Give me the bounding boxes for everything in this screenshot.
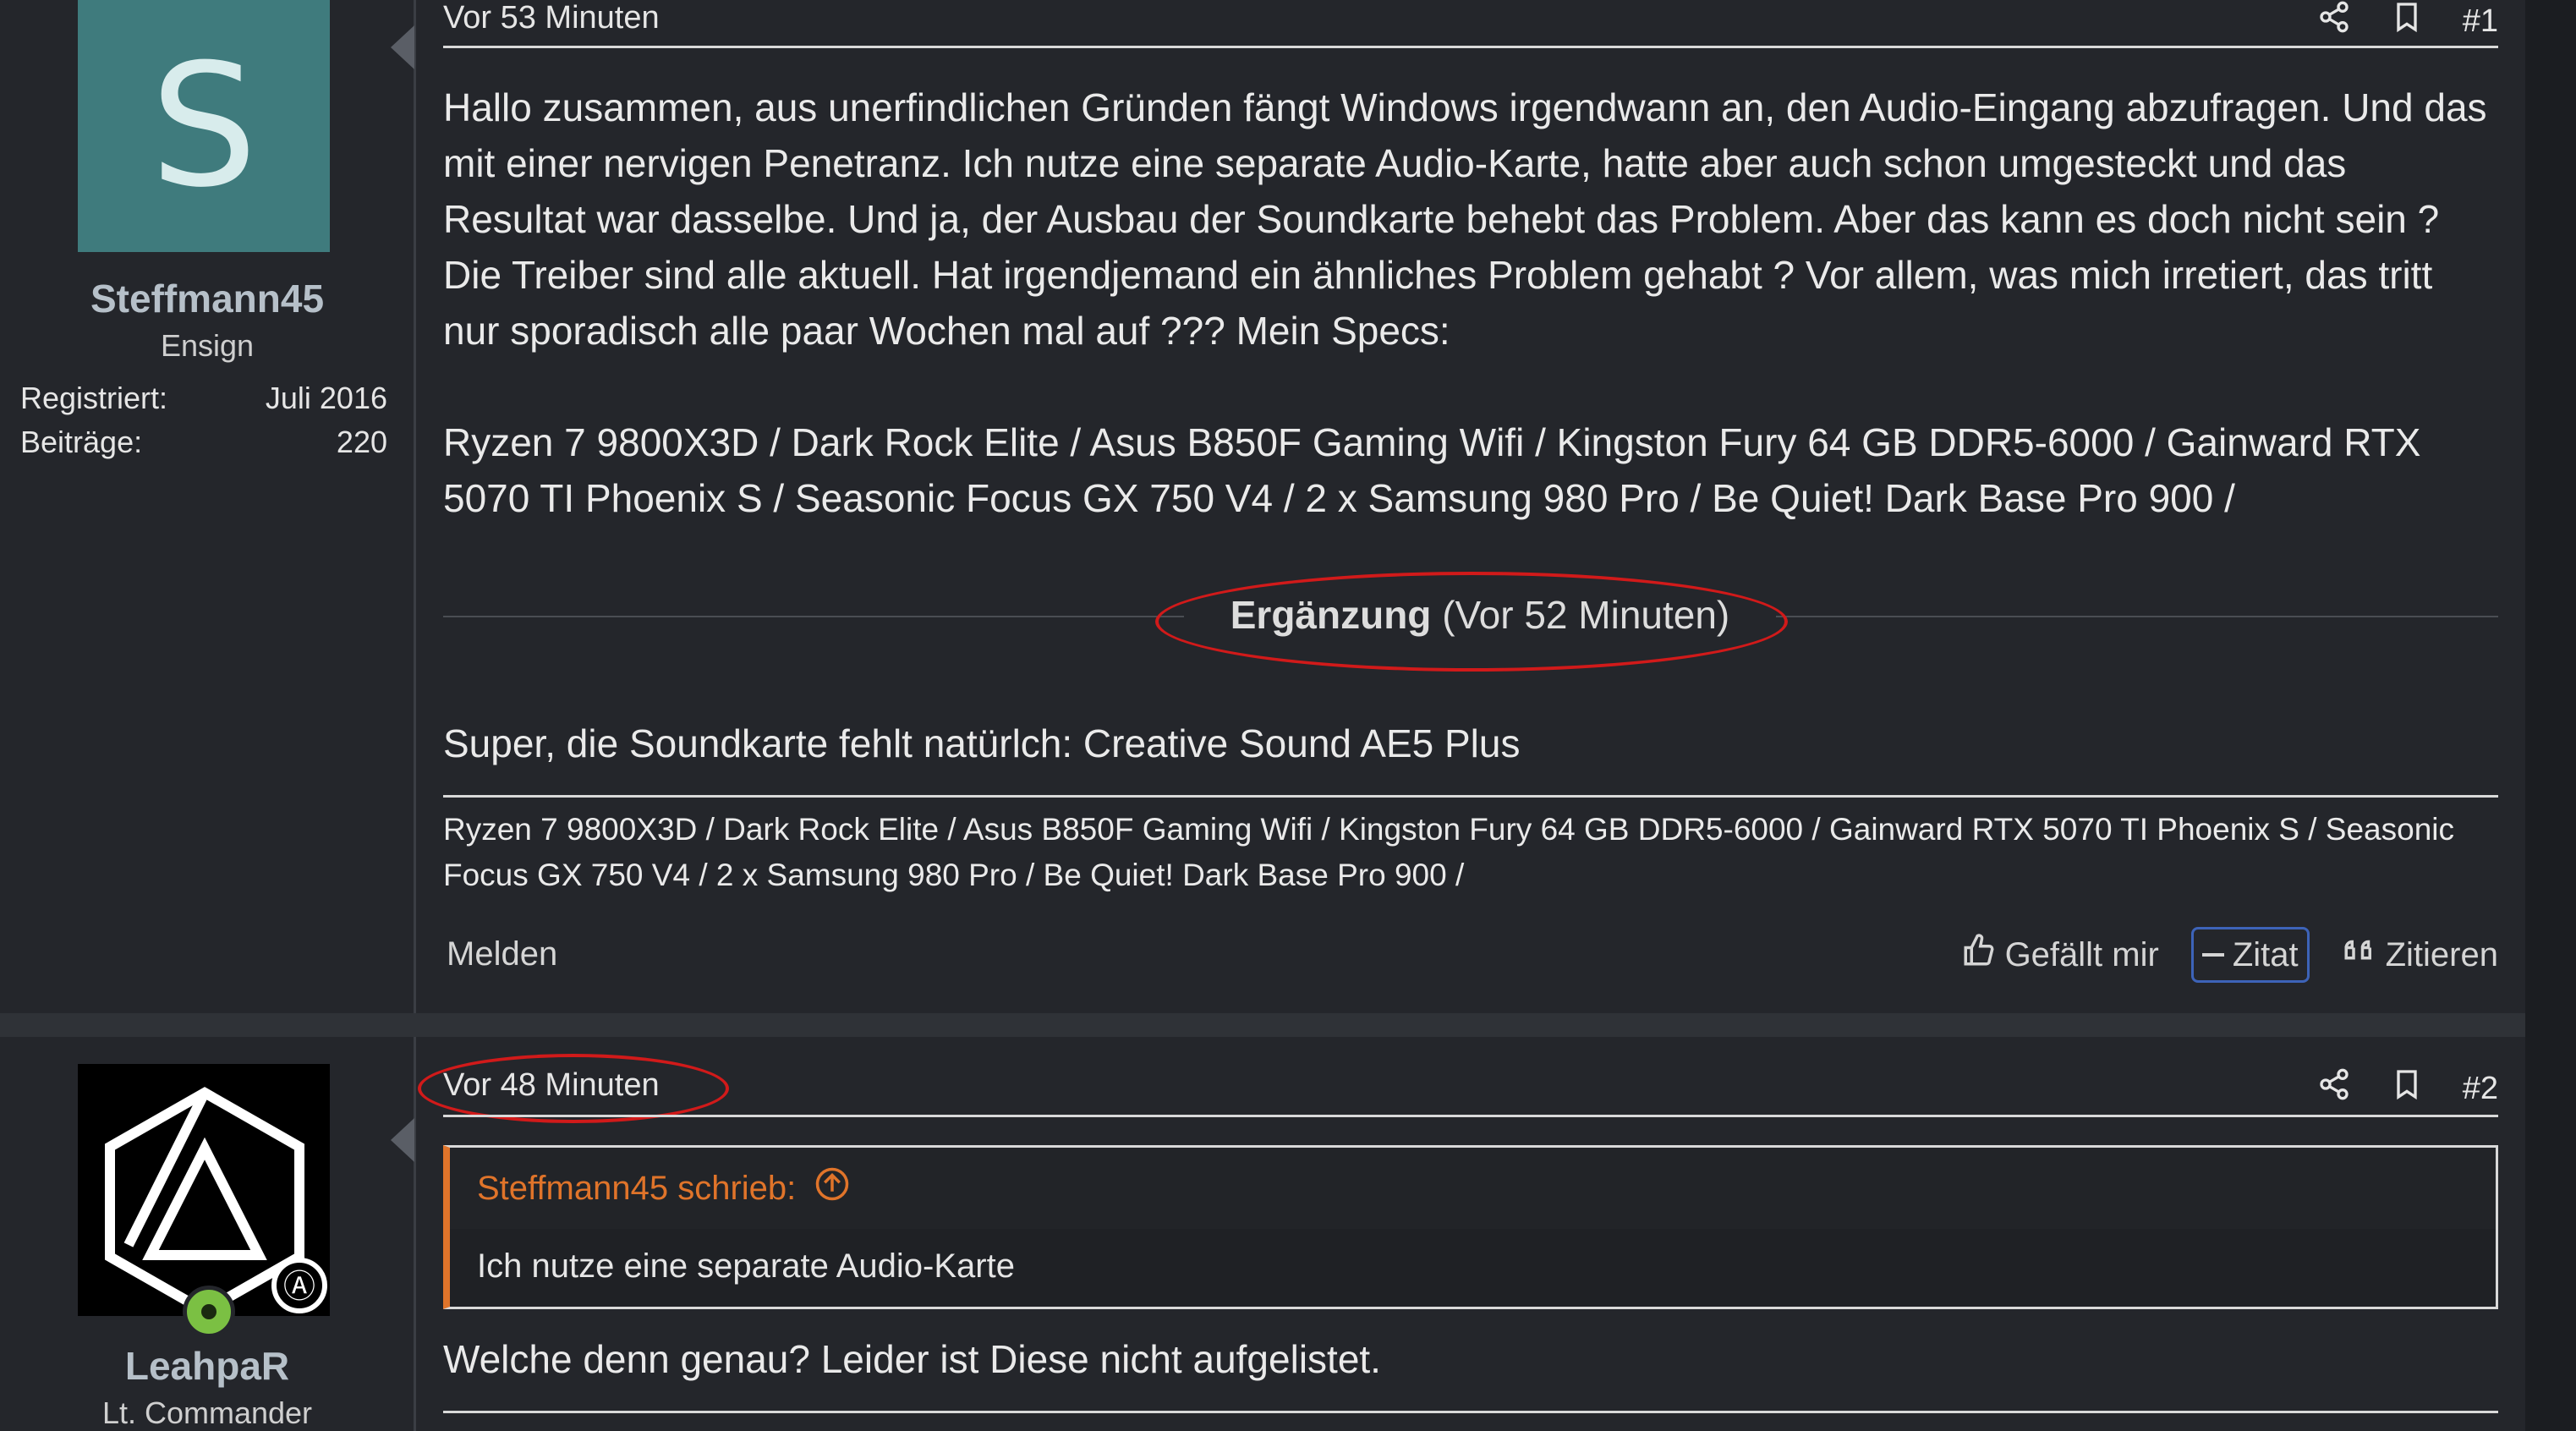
- signature: Ryzen 7 9800X3D / Dark Rock Elite / Asus…: [443, 812, 2455, 892]
- avatar-letter: S: [150, 27, 258, 225]
- stat-label: Registriert:: [20, 381, 168, 415]
- post-meta: Vor 48 Minuten #2: [443, 1067, 2498, 1118]
- minus-icon: [2201, 953, 2224, 957]
- report-link[interactable]: Melden: [447, 935, 557, 973]
- reply-quote-button[interactable]: Zitieren: [2342, 933, 2498, 977]
- post-actions: #2: [2317, 1067, 2498, 1110]
- post-footer: Melden Gefällt mir Zitat Zitieren: [443, 920, 2498, 990]
- linkin-park-logo-icon: Ⓐ: [105, 1087, 327, 1317]
- user-rank: Ensign: [160, 328, 255, 363]
- post-meta: Vor 53 Minuten #1: [443, 0, 2498, 51]
- divider: [414, 0, 416, 1013]
- like-button[interactable]: Gefällt mir: [1961, 933, 2159, 977]
- signature-rule: [443, 795, 2498, 798]
- quote-toggle-button[interactable]: Zitat: [2190, 927, 2310, 983]
- post-body: Welche denn genau? Leider ist Diese nich…: [443, 1337, 1381, 1381]
- annotation-ellipse: [1155, 572, 1788, 672]
- annotation-ellipse: [418, 1054, 729, 1123]
- user-pane: S Steffmann45 Ensign Registriert: Juli 2…: [0, 0, 414, 1013]
- post-number[interactable]: #1: [2463, 3, 2498, 40]
- bookmark-icon[interactable]: [2390, 1067, 2424, 1110]
- stat-value: Juli 2016: [265, 381, 387, 415]
- quote-text: Ich nutze eine separate Audio-Karte: [477, 1247, 1015, 1285]
- reply-quote-label: Zitieren: [2385, 935, 2498, 973]
- pointer-arrow: [391, 1118, 414, 1162]
- thumbs-up-icon: [1961, 933, 1997, 977]
- post-number[interactable]: #2: [2463, 1071, 2498, 1107]
- pointer-arrow: [391, 25, 414, 69]
- post-1: S Steffmann45 Ensign Registriert: Juli 2…: [0, 0, 2525, 1013]
- page-margin: [2525, 0, 2576, 1431]
- bookmark-icon[interactable]: [2390, 0, 2424, 42]
- svg-text:Ⓐ: Ⓐ: [283, 1268, 315, 1305]
- stat-posts: Beiträge: 220: [20, 425, 387, 460]
- quote-marks-icon: [2342, 933, 2377, 977]
- post-time[interactable]: Vor 53 Minuten: [443, 0, 660, 36]
- post-paragraph: Hallo zusammen, aus unerfindlichen Gründ…: [443, 85, 2487, 353]
- post-actions: #1: [2317, 0, 2498, 42]
- share-icon[interactable]: [2317, 1067, 2351, 1110]
- header-rule: [443, 1115, 2498, 1117]
- online-status-icon: [183, 1286, 235, 1338]
- body-rule: [443, 1411, 2498, 1413]
- share-icon[interactable]: [2317, 0, 2351, 42]
- quote-toggle-label: Zitat: [2232, 935, 2299, 973]
- like-label: Gefällt mir: [2004, 935, 2159, 973]
- username[interactable]: Steffmann45: [0, 276, 414, 321]
- quote-header[interactable]: Steffmann45 schrieb:: [450, 1148, 2496, 1229]
- arrow-up-circle-icon[interactable]: [814, 1166, 850, 1210]
- post-body: Hallo zusammen, aus unerfindlichen Gründ…: [443, 80, 2498, 526]
- stat-value: 220: [336, 425, 387, 459]
- stat-label: Beiträge:: [20, 425, 143, 459]
- username[interactable]: LeahpaR: [0, 1343, 414, 1389]
- user-rank: Lt. Commander: [101, 1395, 313, 1430]
- addition-text: Super, die Soundkarte fehlt natürlch: Cr…: [443, 721, 1521, 765]
- avatar[interactable]: Ⓐ: [78, 1064, 330, 1317]
- quote-block: Steffmann45 schrieb: Ich nutze eine sepa…: [443, 1145, 2498, 1309]
- header-rule: [443, 46, 2498, 48]
- post-paragraph: Ryzen 7 9800X3D / Dark Rock Elite / Asus…: [443, 420, 2421, 520]
- stat-registered: Registriert: Juli 2016: [20, 381, 387, 416]
- avatar[interactable]: S: [78, 0, 330, 252]
- post-separator: [0, 1013, 2576, 1037]
- quote-author[interactable]: Steffmann45 schrieb:: [477, 1170, 796, 1208]
